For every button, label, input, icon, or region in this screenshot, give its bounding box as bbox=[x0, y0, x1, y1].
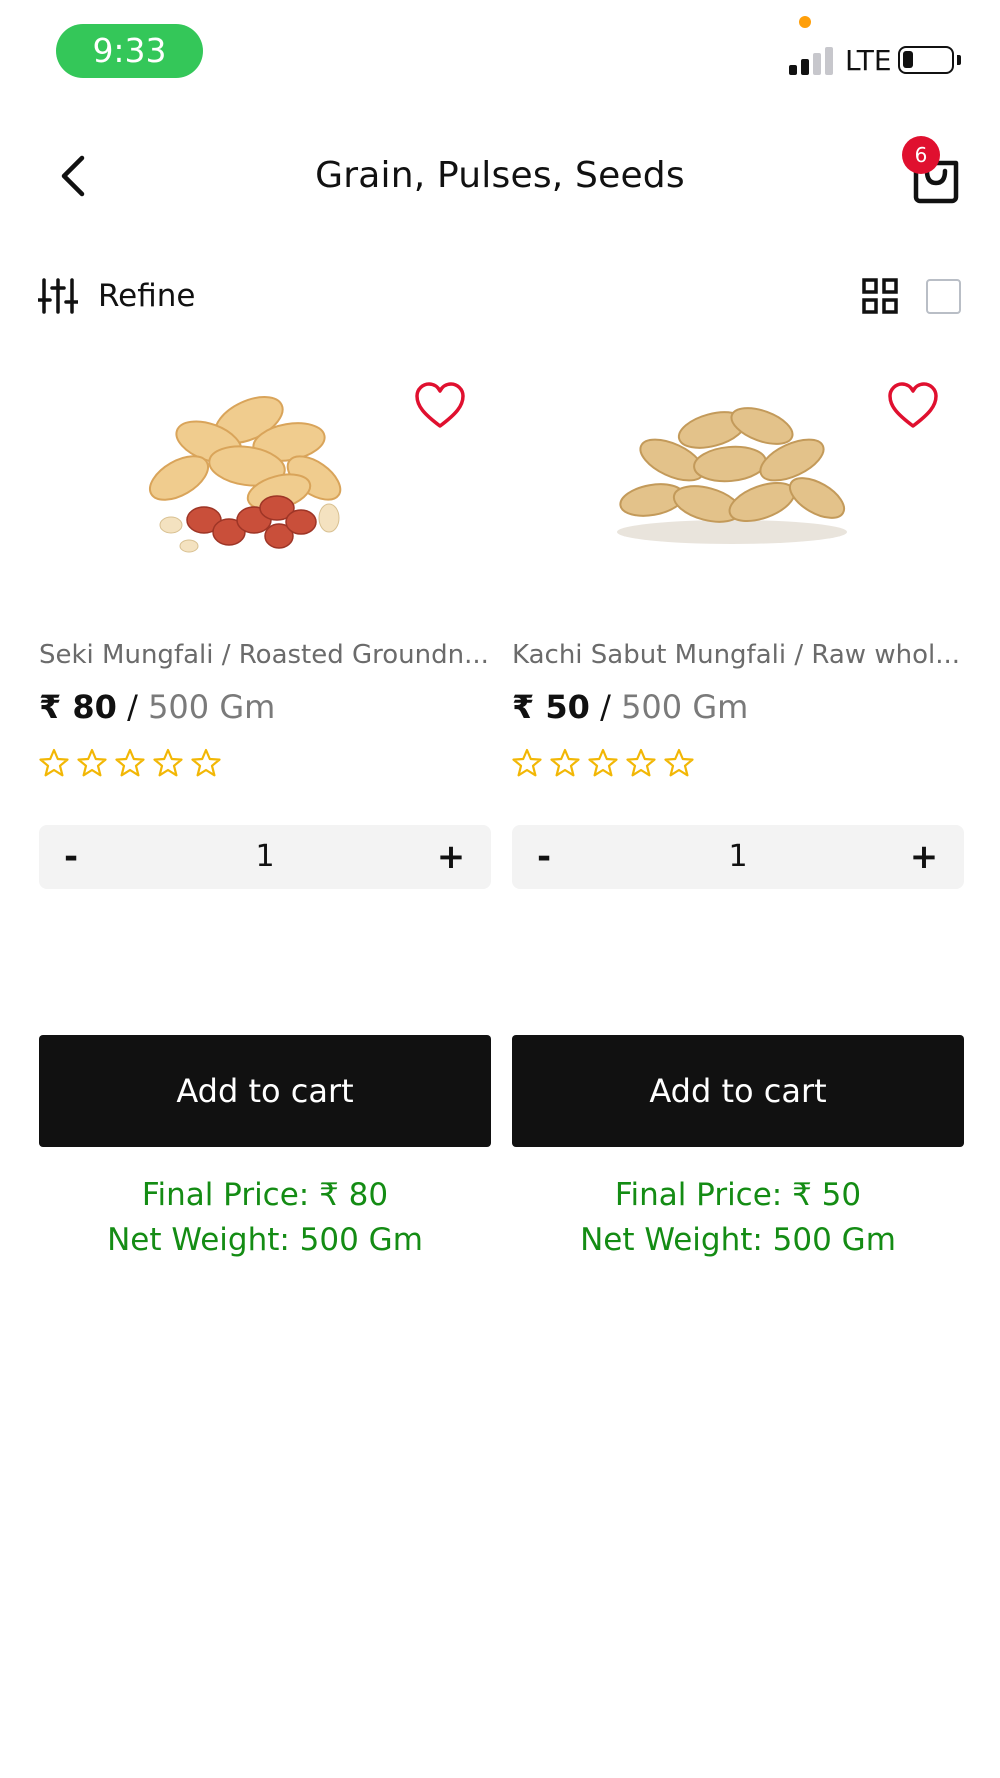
star-outline-icon bbox=[512, 748, 542, 777]
quantity-decrease-button[interactable]: - bbox=[41, 825, 101, 889]
final-price: Final Price: ₹ 50 bbox=[614, 1177, 862, 1213]
star-outline-icon bbox=[550, 748, 580, 777]
price-separator: / bbox=[600, 688, 611, 726]
heart-icon bbox=[415, 382, 465, 428]
net-weight: Net Weight: 500 Gm bbox=[580, 1222, 896, 1258]
signal-strength-icon bbox=[789, 45, 835, 75]
product-listing-screen: 9:33 LTE Grain, Pulses, Seeds 6 Refine S… bbox=[0, 0, 1000, 1778]
product-unit: 500 Gm bbox=[621, 688, 749, 726]
grid-icon bbox=[862, 278, 898, 314]
product-name[interactable]: Kachi Sabut Mungfali / Raw whol... bbox=[512, 637, 964, 673]
product-image-roasted-groundnut[interactable] bbox=[129, 360, 369, 580]
product-rating bbox=[512, 748, 694, 782]
quantity-input[interactable] bbox=[672, 825, 804, 889]
wishlist-button[interactable] bbox=[887, 382, 939, 430]
quantity-decrease-button[interactable]: - bbox=[514, 825, 574, 889]
product-card[interactable]: Kachi Sabut Mungfali / Raw whol... ₹ 50 … bbox=[512, 350, 964, 1270]
product-card[interactable]: Seki Mungfali / Roasted Groundn... ₹ 80 … bbox=[39, 350, 491, 1270]
heart-icon bbox=[888, 382, 938, 428]
product-image-raw-groundnut[interactable] bbox=[612, 360, 852, 580]
add-to-cart-button[interactable]: Add to cart bbox=[512, 1035, 964, 1147]
star-outline-icon bbox=[153, 748, 183, 777]
star-outline-icon bbox=[626, 748, 656, 777]
network-type: LTE bbox=[845, 44, 892, 77]
star-outline-icon bbox=[191, 748, 221, 777]
star-outline-icon bbox=[115, 748, 145, 777]
refine-label: Refine bbox=[98, 278, 196, 314]
quantity-increase-button[interactable]: + bbox=[894, 825, 954, 889]
net-weight: Net Weight: 500 Gm bbox=[107, 1222, 423, 1258]
privacy-indicator-dot bbox=[799, 16, 811, 28]
star-outline-icon bbox=[588, 748, 618, 777]
page-title: Grain, Pulses, Seeds bbox=[315, 155, 685, 196]
product-name[interactable]: Seki Mungfali / Roasted Groundn... bbox=[39, 637, 491, 673]
list-view-toggle[interactable] bbox=[926, 279, 961, 314]
product-price-line: ₹ 80 / 500 Gm bbox=[39, 684, 275, 730]
final-price: Final Price: ₹ 80 bbox=[141, 1177, 389, 1213]
add-to-cart-button[interactable]: Add to cart bbox=[39, 1035, 491, 1147]
refine-button[interactable]: Refine bbox=[38, 272, 195, 320]
product-price: ₹ 80 bbox=[39, 688, 117, 726]
quantity-stepper: - + bbox=[512, 825, 964, 889]
star-outline-icon bbox=[39, 748, 69, 777]
back-button[interactable] bbox=[52, 150, 98, 202]
wishlist-button[interactable] bbox=[414, 382, 466, 430]
status-bar: 9:33 LTE bbox=[0, 0, 1000, 100]
battery-tip bbox=[957, 55, 961, 65]
grid-view-toggle[interactable] bbox=[862, 278, 898, 314]
quantity-stepper: - + bbox=[39, 825, 491, 889]
battery-icon bbox=[898, 46, 954, 74]
star-outline-icon bbox=[664, 748, 694, 777]
status-time: 9:33 bbox=[56, 24, 203, 78]
cart-count-badge: 6 bbox=[902, 136, 940, 174]
product-rating bbox=[39, 748, 221, 782]
sliders-icon bbox=[38, 278, 78, 314]
chevron-left-icon bbox=[61, 155, 85, 197]
price-separator: / bbox=[127, 688, 138, 726]
product-price-line: ₹ 50 / 500 Gm bbox=[512, 684, 748, 730]
quantity-increase-button[interactable]: + bbox=[421, 825, 481, 889]
product-price: ₹ 50 bbox=[512, 688, 590, 726]
star-outline-icon bbox=[77, 748, 107, 777]
product-unit: 500 Gm bbox=[148, 688, 276, 726]
quantity-input[interactable] bbox=[199, 825, 331, 889]
